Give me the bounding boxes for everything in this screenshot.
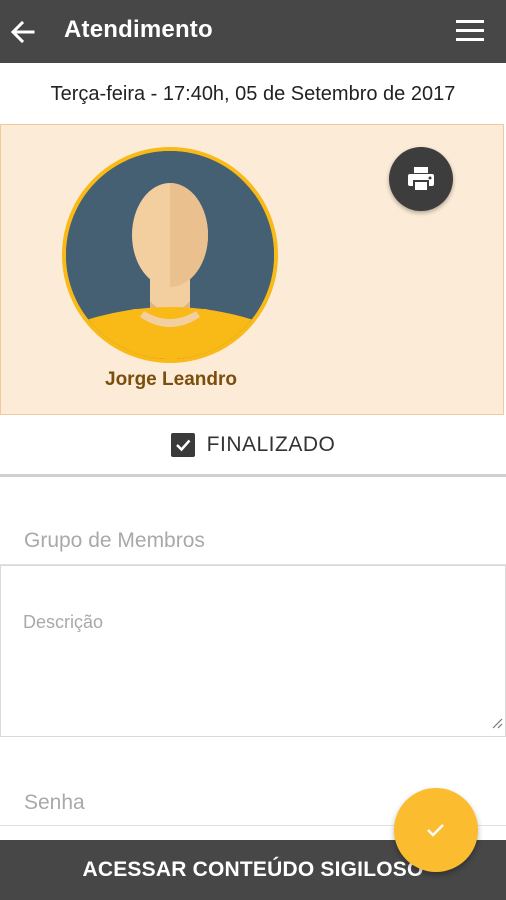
- resize-grip-icon[interactable]: [491, 716, 503, 734]
- profile-name: Jorge Leandro: [105, 369, 237, 390]
- finalizado-checkbox[interactable]: [170, 432, 195, 457]
- descricao-field: [0, 565, 506, 737]
- profile-card: Jorge Leandro: [0, 124, 504, 415]
- user-avatar-icon: [62, 147, 278, 363]
- page-title: Atendimento: [64, 16, 213, 43]
- finalizado-label[interactable]: FINALIZADO: [207, 433, 336, 457]
- hamburger-menu-icon[interactable]: [456, 20, 484, 42]
- confirm-fab-button[interactable]: [394, 788, 478, 872]
- app-bar: Atendimento: [0, 0, 506, 63]
- print-button[interactable]: [389, 147, 453, 211]
- status-row: FINALIZADO: [0, 415, 506, 477]
- grupo-membros-field: [0, 510, 506, 565]
- grupo-membros-input[interactable]: [22, 528, 466, 554]
- date-time-header: Terça-feira - 17:40h, 05 de Setembro de …: [50, 83, 456, 105]
- arrow-left-icon[interactable]: [10, 19, 36, 45]
- descricao-textarea[interactable]: [23, 612, 483, 722]
